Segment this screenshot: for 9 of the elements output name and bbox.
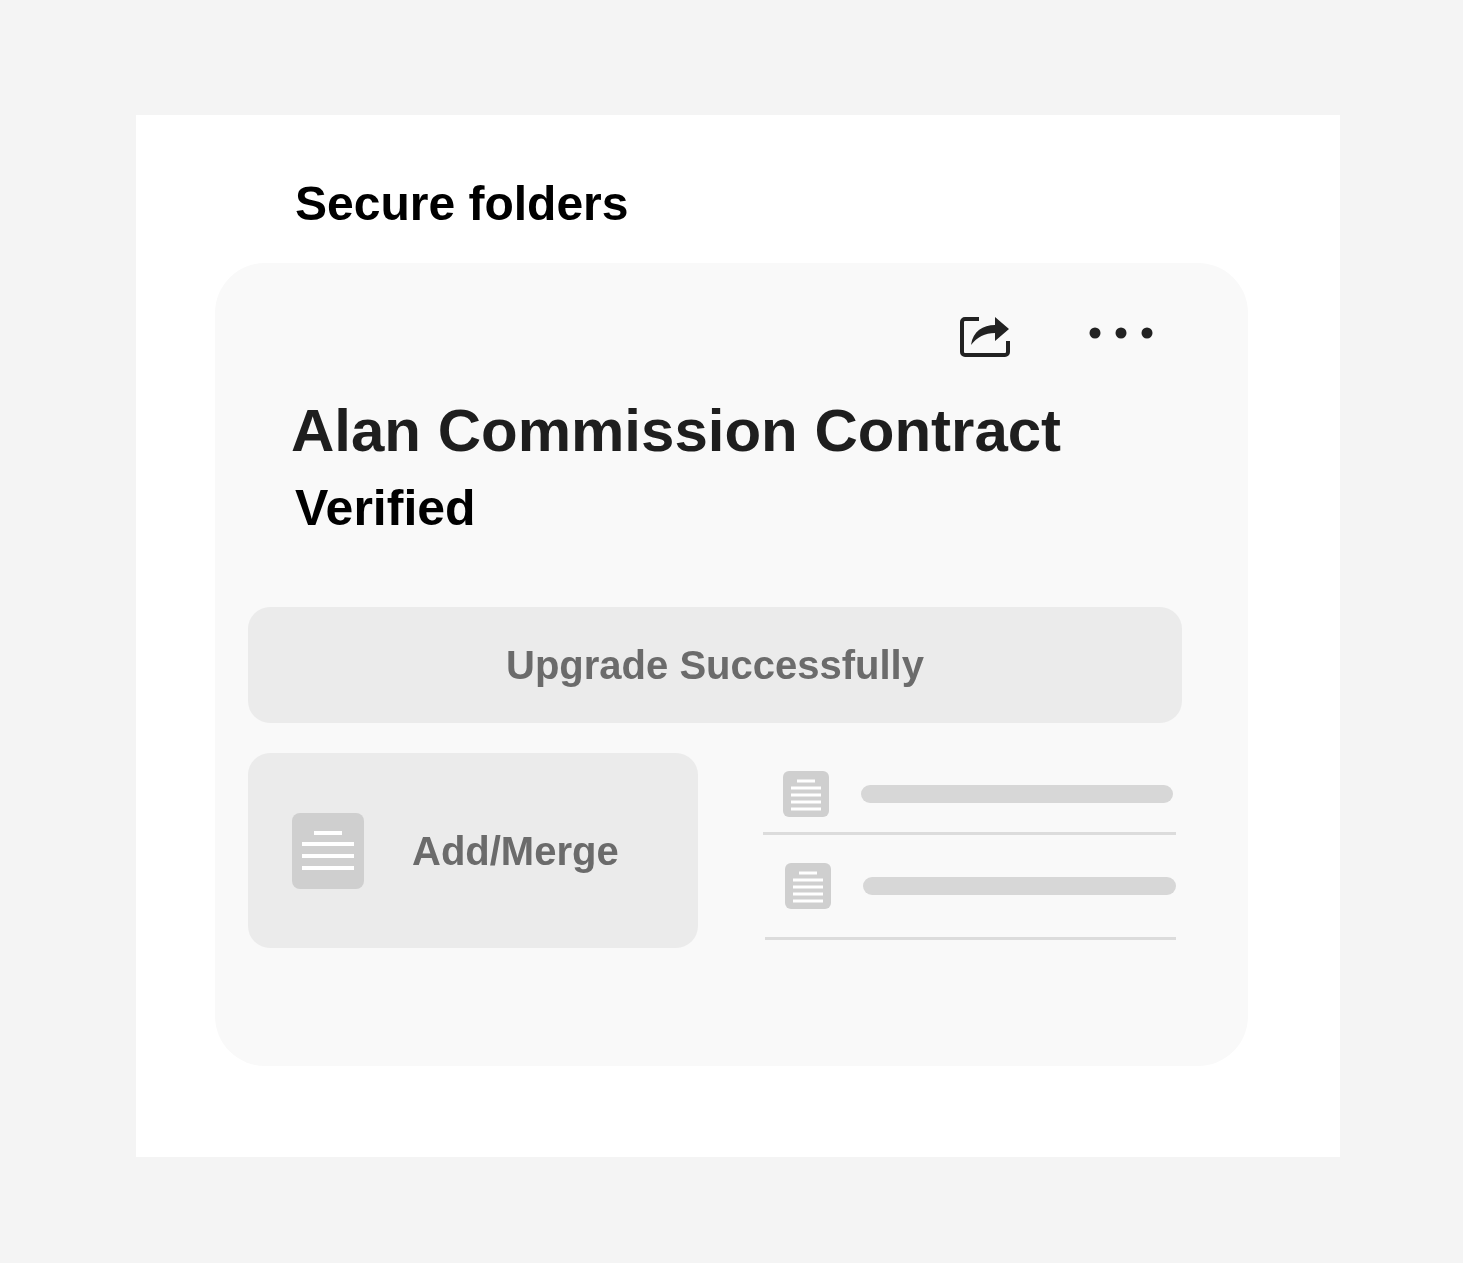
document-icon <box>785 863 831 909</box>
add-merge-button[interactable]: Add/Merge <box>248 753 698 948</box>
section-title: Secure folders <box>295 176 629 232</box>
status-banner: Upgrade Successfully <box>248 607 1182 723</box>
status-label: Verified <box>295 479 476 538</box>
card-title: Alan Commission Contract <box>291 396 1062 466</box>
more-icon[interactable] <box>1089 325 1153 341</box>
document-icon <box>783 770 829 817</box>
document-icon <box>292 812 364 889</box>
